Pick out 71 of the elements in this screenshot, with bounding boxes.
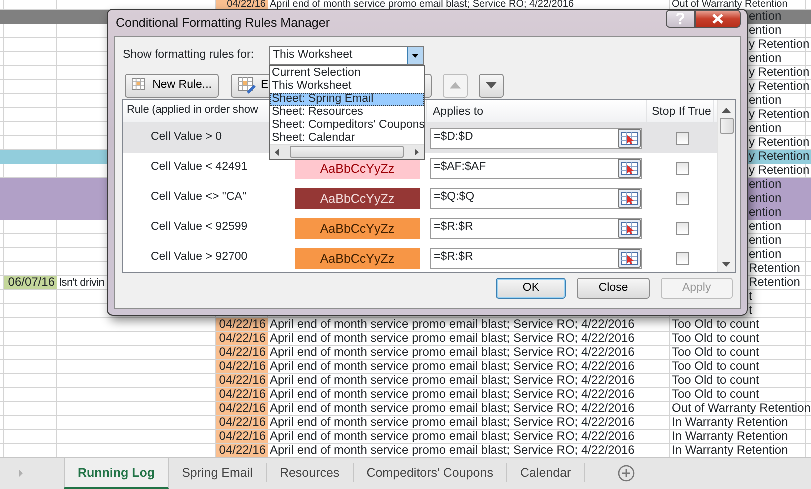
status-text: y Retention: [749, 163, 810, 177]
status-text: Retention: [749, 261, 800, 275]
date-cell: 04/22/16: [216, 430, 268, 443]
status-text: y Retention: [749, 107, 810, 121]
column-header: Rule (applied in order show: [127, 104, 258, 116]
date-cell: 04/22/16: [216, 388, 268, 401]
date-cell: 06/07/16: [4, 276, 57, 289]
status-text: y Retention: [749, 135, 810, 149]
date-cell: 04/22/16: [216, 360, 268, 373]
status-text: Too Old to count: [672, 331, 760, 345]
date-cell: 04/22/16: [216, 374, 268, 387]
status-text: In Warranty Retention: [672, 429, 788, 443]
description-text: April end of month service promo email blast; Service RO; 4/22/2016: [270, 345, 635, 359]
description-text: April end of month service promo email blast; Service RO; 4/22/2016: [270, 0, 574, 10]
date-cell: 04/22/16: [216, 416, 268, 429]
status-text: Too Old to count: [672, 317, 760, 331]
status-text: ention: [749, 177, 782, 191]
description-text: April end of month service promo email blast; Service RO; 4/22/2016: [270, 317, 635, 331]
status-text: Too Old to count: [672, 345, 760, 359]
date-cell: 04/22/16: [216, 332, 268, 345]
description-text: April end of month service promo email blast; Service RO; 4/22/2016: [270, 373, 635, 387]
date-cell: 04/22/16: [216, 444, 268, 457]
status-text: ention: [749, 9, 782, 23]
rule-text: Cell Value > 0: [151, 131, 222, 144]
description-text: April end of month service promo email blast; Service RO; 4/22/2016: [270, 401, 635, 415]
note-text: Isn't drivin: [59, 277, 105, 289]
status-text: ention: [749, 233, 782, 247]
status-text: Too Old to count: [672, 387, 760, 401]
status-text: ention: [749, 51, 782, 65]
window-title: Conditional Formatting Rules Manager: [116, 14, 330, 32]
status-text: t: [749, 289, 752, 303]
rule-text: Cell Value < 42491: [151, 161, 248, 174]
description-text: April end of month service promo email blast; Service RO; 4/22/2016: [270, 429, 635, 443]
status-text: y Retention: [749, 65, 810, 79]
preview-text: AaBbCcYyZz: [320, 161, 395, 178]
description-text: April end of month service promo email blast; Service RO; 4/22/2016: [270, 359, 635, 373]
status-text: ention: [749, 93, 782, 107]
rule-text: Cell Value < 92599: [151, 221, 248, 234]
status-text: Too Old to count: [672, 373, 760, 387]
status-text: y Retention: [749, 149, 810, 163]
date-cell: 04/22/16: [216, 402, 268, 415]
status-text: ention: [749, 247, 782, 261]
column-header: Applies to: [433, 106, 484, 118]
rule-text: Cell Value > 92700: [151, 251, 248, 264]
field-label: Show formatting rules for:: [122, 48, 256, 63]
preview-text: AaBbCcYyZz: [320, 191, 395, 208]
status-text: In Warranty Retention: [672, 443, 788, 457]
rule-text: Cell Value <> "CA": [151, 191, 247, 204]
date-cell: 04/22/16: [216, 346, 268, 359]
status-text: Too Old to count: [672, 359, 760, 373]
status-text: In Warranty Retention: [672, 415, 788, 429]
date-cell: 04/22/16: [216, 318, 268, 331]
preview-text: AaBbCcYyZz: [320, 221, 395, 238]
status-text: Out of Warranty Retention: [672, 0, 788, 10]
status-text: t: [749, 303, 752, 317]
description-text: April end of month service promo email blast; Service RO; 4/22/2016: [270, 443, 635, 457]
preview-text: AaBbCcYyZz: [320, 251, 395, 268]
date-cell: 04/22/16: [216, 0, 268, 9]
description-text: April end of month service promo email blast; Service RO; 4/22/2016: [270, 415, 635, 429]
status-text: ention: [749, 205, 782, 219]
status-text: ention: [749, 219, 782, 233]
status-text: y Retention: [749, 37, 810, 51]
status-text: Out of Warranty Retention: [672, 401, 811, 415]
description-text: April end of month service promo email blast; Service RO; 4/22/2016: [270, 331, 635, 345]
column-header: Stop If True: [652, 106, 712, 118]
status-text: ention: [749, 23, 782, 37]
status-text: Retention: [749, 275, 800, 289]
status-text: ention: [749, 121, 782, 135]
status-text: ention: [749, 191, 782, 205]
description-text: April end of month service promo email blast; Service RO; 4/22/2016: [270, 387, 635, 401]
status-text: y Retention: [749, 79, 810, 93]
